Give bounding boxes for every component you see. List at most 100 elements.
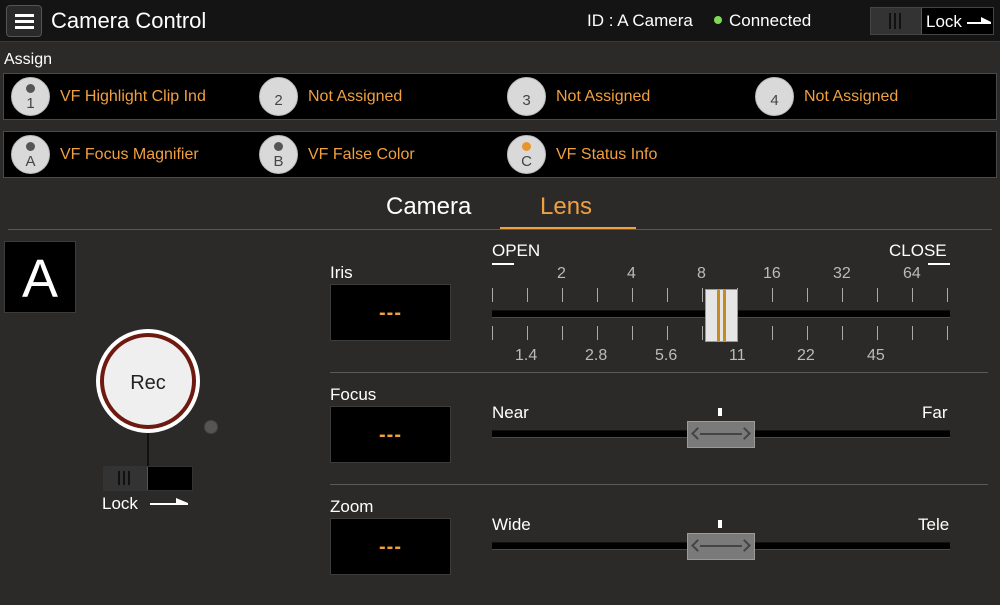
lock-arrow-icon [967, 17, 991, 24]
hamburger-icon [15, 14, 34, 17]
assign-button-1[interactable]: 1 [11, 77, 50, 116]
assign-function-name: VF Highlight Clip Ind [60, 88, 206, 105]
assign-slot-3[interactable]: 3 Not Assigned [504, 74, 744, 119]
rec-button[interactable]: Rec [96, 329, 200, 433]
chevron-left-icon [691, 539, 704, 552]
zoom-tele-label: Tele [918, 515, 950, 534]
open-arrow-icon [492, 263, 514, 265]
rec-lock-label: Lock [102, 494, 138, 513]
iris-scale-bottom: 1.4 [515, 347, 538, 364]
zoom-value: --- [379, 536, 402, 558]
iris-close-label: CLOSE [889, 241, 947, 260]
section-divider [330, 484, 988, 485]
assign-button-2[interactable]: 2 [259, 77, 298, 116]
assign-button-c[interactable]: C [507, 135, 546, 174]
assign-function-name: Not Assigned [556, 88, 651, 105]
iris-open-label: OPEN [492, 241, 541, 260]
zoom-value-box: --- [330, 518, 451, 575]
toggle-knob[interactable] [871, 8, 922, 34]
chevron-right-icon [738, 539, 751, 552]
iris-scale-bottom: 2.8 [585, 347, 608, 364]
assign-key: 4 [770, 92, 779, 109]
app-title: Camera Control [51, 8, 207, 33]
menu-button[interactable] [6, 5, 42, 37]
hamburger-icon-line [15, 26, 34, 29]
rec-button-ring[interactable]: Rec [100, 333, 196, 429]
toggle-knob[interactable] [104, 467, 148, 490]
assign-row-letter: A VF Focus Magnifier B VF False Color C … [3, 131, 997, 178]
global-lock-label: Lock [926, 12, 962, 31]
top-bar: Camera Control ID : A Camera Connected L… [0, 0, 1000, 42]
camera-letter-box: A [4, 241, 76, 313]
tally-lamp-icon [204, 420, 218, 434]
assign-key: 3 [522, 92, 531, 109]
iris-slider-knob[interactable] [705, 289, 738, 342]
assign-key: C [521, 153, 532, 170]
assign-slot-4[interactable]: 4 Not Assigned [752, 74, 992, 119]
assign-function-name: Not Assigned [308, 88, 403, 105]
focus-label: Focus [330, 385, 377, 404]
assign-function-name: Not Assigned [804, 88, 899, 105]
focus-far-label: Far [922, 403, 948, 422]
assign-slot-a[interactable]: A VF Focus Magnifier [8, 132, 248, 177]
iris-scale-bottom: 22 [797, 347, 815, 364]
assign-section-title: Assign [4, 51, 53, 68]
assign-key: B [273, 153, 284, 170]
tab-lens[interactable]: Lens [540, 193, 592, 221]
center-marker [718, 520, 722, 528]
iris-scale-top: 2 [557, 265, 566, 282]
camera-id: ID : A Camera [587, 11, 693, 30]
focus-slider-knob[interactable] [687, 421, 755, 448]
assign-key: 2 [274, 92, 283, 109]
assign-key: A [25, 153, 36, 170]
iris-scale-top: 16 [763, 265, 781, 282]
iris-scale-bottom: 45 [867, 347, 885, 364]
assign-slot-b[interactable]: B VF False Color [256, 132, 496, 177]
assign-button-3[interactable]: 3 [507, 77, 546, 116]
assign-button-a[interactable]: A [11, 135, 50, 174]
section-divider [330, 372, 988, 373]
chevron-left-icon [691, 427, 704, 440]
assign-function-name: VF Focus Magnifier [60, 146, 199, 163]
focus-near-label: Near [492, 403, 529, 422]
iris-scale-bottom: 5.6 [655, 347, 678, 364]
iris-value: --- [379, 302, 402, 324]
status-led-icon [26, 84, 35, 93]
assign-button-4[interactable]: 4 [755, 77, 794, 116]
rec-label: Rec [130, 372, 166, 394]
tabs-divider [8, 229, 992, 230]
assign-function-name: VF Status Info [556, 146, 658, 163]
iris-label: Iris [330, 263, 353, 282]
assign-row-numeric: 1 VF Highlight Clip Ind 2 Not Assigned 3… [3, 73, 997, 120]
iris-scale-top: 8 [697, 265, 706, 282]
center-marker [718, 408, 722, 416]
status-led-icon [26, 142, 35, 151]
assign-function-name: VF False Color [308, 146, 415, 163]
focus-value-box: --- [330, 406, 451, 463]
zoom-slider-knob[interactable] [687, 533, 755, 560]
status-led-icon [274, 142, 283, 151]
close-arrow-icon [928, 263, 950, 265]
iris-scale-top: 4 [627, 265, 636, 282]
chevron-right-icon [738, 427, 751, 440]
lock-arrow-icon [150, 498, 188, 505]
zoom-label: Zoom [330, 497, 374, 516]
tab-camera[interactable]: Camera [386, 193, 471, 221]
iris-scale-top: 32 [833, 265, 851, 282]
connection-status: Connected [729, 11, 812, 30]
hamburger-icon-line [15, 20, 34, 23]
assign-slot-c[interactable]: C VF Status Info [504, 132, 744, 177]
iris-value-box: --- [330, 284, 451, 341]
iris-scale-top: 64 [903, 265, 921, 282]
camera-letter: A [21, 249, 59, 309]
assign-key: 1 [26, 95, 35, 112]
connection-status-icon [714, 16, 722, 24]
focus-value: --- [379, 424, 402, 446]
status-led-icon [522, 142, 531, 151]
assign-slot-2[interactable]: 2 Not Assigned [256, 74, 496, 119]
assign-button-b[interactable]: B [259, 135, 298, 174]
rec-lock-toggle[interactable] [103, 466, 193, 491]
zoom-wide-label: Wide [492, 515, 531, 534]
iris-scale-bottom: 11 [729, 347, 746, 364]
assign-slot-1[interactable]: 1 VF Highlight Clip Ind [8, 74, 248, 119]
